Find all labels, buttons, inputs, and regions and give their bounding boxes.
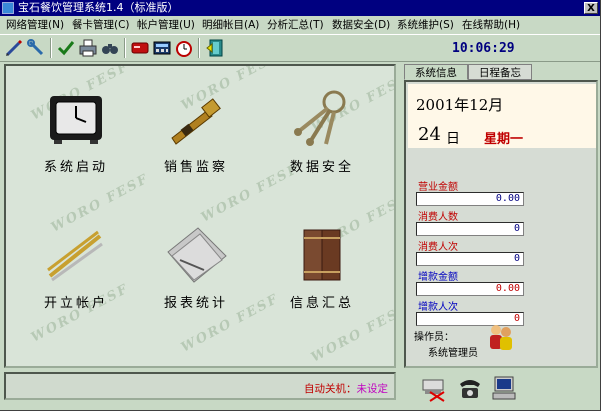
title-bar: 宝石餐饮管理系统1.4（标准版） X	[0, 0, 600, 16]
menu-bar: 网络管理(N) 餐卡管理(C) 帐户管理(U) 明细帐目(A) 分析汇总(T) …	[0, 16, 600, 34]
app-window: 宝石餐饮管理系统1.4（标准版） X 网络管理(N) 餐卡管理(C) 帐户管理(…	[0, 0, 601, 411]
func-system-start[interactable]: 系统启动	[26, 86, 126, 175]
computer-icon[interactable]	[490, 374, 518, 402]
menu-details[interactable]: 明细帐目(A)	[202, 18, 259, 32]
wrench-icon[interactable]	[26, 38, 46, 58]
func-info-summary[interactable]: 信息汇总	[272, 222, 372, 311]
func-sales-monitor[interactable]: 销售监察	[146, 86, 246, 175]
func-label: 信息汇总	[289, 296, 354, 311]
main-function-panel: WORO FESF WORO FESF WORO FESF WORO FESF …	[4, 64, 396, 368]
stat-label-customers: 消费人数	[418, 212, 458, 223]
operator-name: 系统管理员	[428, 348, 478, 359]
pen-icon[interactable]	[4, 38, 24, 58]
operator-label: 操作员：	[414, 332, 454, 343]
date-year-month: 2001年12月	[416, 96, 504, 114]
auto-shutdown-value: 未设定	[356, 383, 389, 395]
date-weekday: 星期一	[484, 132, 524, 147]
keys-icon	[294, 90, 346, 146]
menu-help[interactable]: 在线帮助(H)	[462, 18, 520, 32]
stat-label-visits: 消费人次	[418, 242, 458, 253]
func-open-account[interactable]: 开立帐户	[26, 222, 126, 311]
date-day-suffix: 日	[446, 131, 460, 147]
menu-card[interactable]: 餐卡管理(C)	[72, 18, 130, 32]
toolbar-separator	[124, 38, 126, 58]
menu-analysis[interactable]: 分析汇总(T)	[267, 18, 324, 32]
books-icon	[303, 229, 341, 281]
tab-schedule-memo[interactable]: 日程备忘	[468, 64, 532, 80]
date-day: 24	[418, 124, 441, 145]
func-label: 数据安全	[289, 160, 354, 175]
func-label: 系统启动	[43, 160, 108, 175]
users-avatar-icon	[490, 325, 512, 350]
clock-display: 10:06:29	[452, 41, 515, 56]
binoculars-icon[interactable]	[100, 38, 120, 58]
menu-maintain[interactable]: 系统维护(S)	[397, 18, 454, 32]
stat-label-revenue: 营业金额	[418, 182, 458, 193]
printer-icon[interactable]	[78, 38, 98, 58]
func-report-stats[interactable]: 报表统计	[146, 222, 246, 311]
calculator-icon[interactable]	[152, 38, 172, 58]
stat-value-visits: 0	[416, 252, 524, 266]
papers-icon	[167, 227, 227, 283]
watermark: WORO FESF	[308, 301, 396, 366]
check-icon[interactable]	[56, 38, 76, 58]
func-label: 报表统计	[163, 296, 228, 311]
card-red-icon[interactable]	[130, 38, 150, 58]
menu-network[interactable]: 网络管理(N)	[6, 18, 64, 32]
close-button[interactable]: X	[584, 2, 598, 14]
menu-account[interactable]: 帐户管理(U)	[137, 18, 195, 32]
func-data-security[interactable]: 数据安全	[272, 86, 372, 175]
telephone-icon[interactable]	[456, 374, 484, 402]
stat-value-deposit-amount: 0.00	[416, 282, 524, 296]
date-box: 2001年12月 24 日 星期一	[408, 84, 596, 148]
stat-value-customers: 0	[416, 222, 524, 236]
disk-cancel-icon[interactable]	[420, 374, 448, 402]
telescope-icon	[171, 98, 221, 145]
toolbar-separator	[50, 38, 52, 58]
stat-label-deposit-count: 增款人次	[418, 302, 458, 313]
alarm-clock-icon[interactable]	[174, 38, 194, 58]
side-tabs: 系统信息 日程备忘	[404, 64, 598, 80]
menu-security[interactable]: 数据安全(D)	[332, 18, 390, 32]
stat-label-deposit-amount: 增款金额	[418, 272, 458, 283]
tab-system-info[interactable]: 系统信息	[404, 64, 468, 80]
system-info-panel: 2001年12月 24 日 星期一 营业金额 0.00 消费人数 0 消费人次 …	[404, 80, 598, 368]
app-icon	[2, 2, 14, 14]
toolbar-separator	[198, 38, 200, 58]
stat-value-revenue: 0.00	[416, 192, 524, 206]
window-title: 宝石餐饮管理系统1.4（标准版）	[18, 1, 179, 14]
func-label: 开立帐户	[43, 296, 108, 311]
cutlery-icon	[47, 230, 103, 282]
auto-shutdown-status: 自动关机：未设定	[304, 381, 388, 396]
func-label: 销售监察	[163, 160, 228, 175]
auto-shutdown-label: 自动关机：	[304, 383, 357, 395]
status-bar: 自动关机：未设定	[4, 372, 396, 400]
exit-door-icon[interactable]	[206, 38, 226, 58]
alarm-clock-icon	[50, 96, 102, 144]
